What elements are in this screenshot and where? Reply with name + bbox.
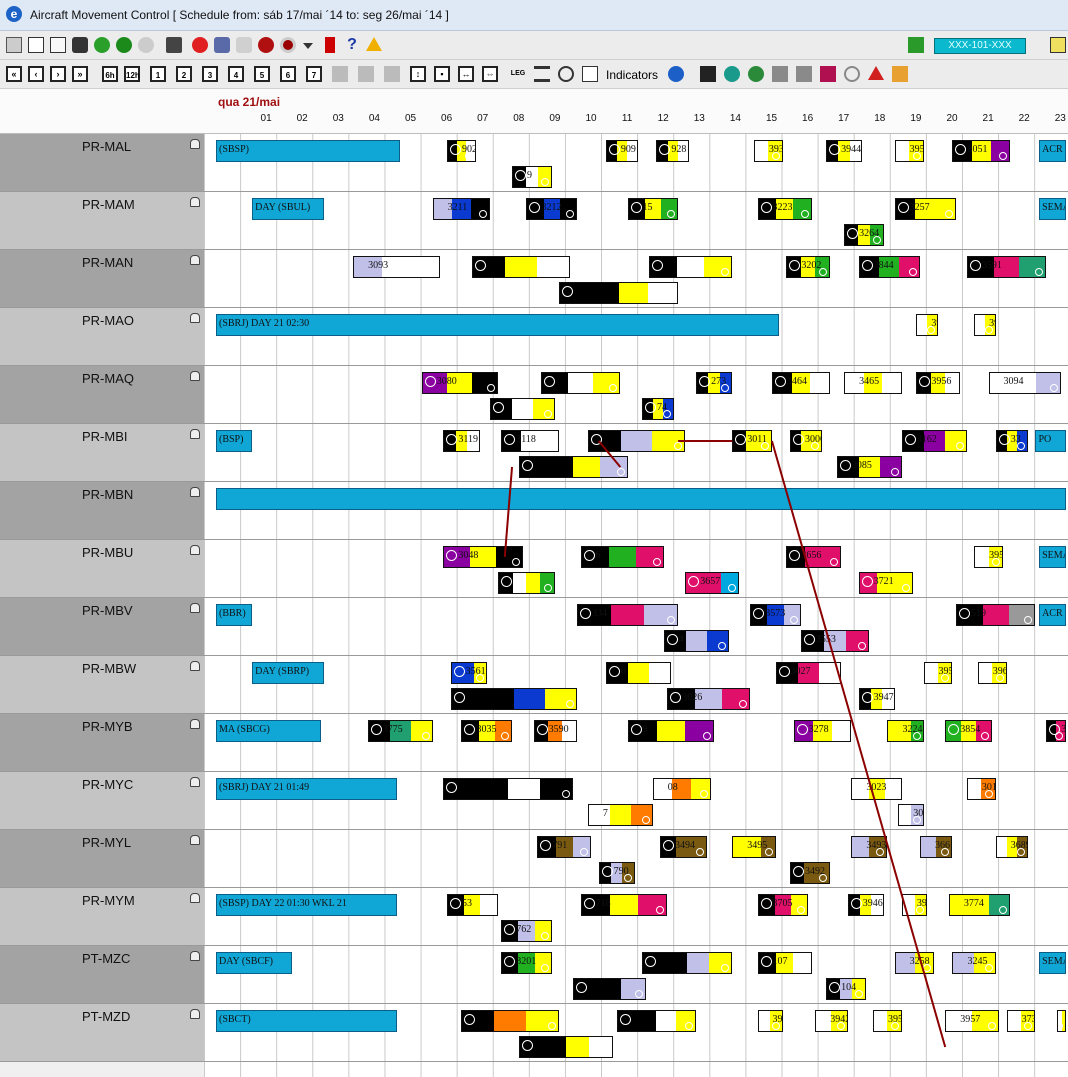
hour-label: 15 [765, 113, 778, 124]
schedule-grid: PR-MAL(SBSP)90290992839339443953051ACR (… [0, 134, 1068, 1077]
timeline-header: qua 21/mai 01 02 03 04 05 06 07 08 09 10 11 12 13 14 1… [0, 89, 1068, 134]
zoom-12h-button[interactable]: 12h [122, 64, 142, 84]
record-icon[interactable] [278, 35, 298, 55]
settings-disabled-icon [136, 35, 156, 55]
navigation-toolbar: « ‹ › » 6h 12h 1 2 3 4 5 6 7 ↕ ▪ ↔ ⇔ LEG… [0, 60, 1068, 89]
hour-label: 18 [874, 113, 886, 124]
message-icon[interactable] [212, 35, 232, 55]
crew-add-icon[interactable] [722, 64, 742, 84]
brush-icon[interactable] [70, 35, 90, 55]
hour-label: 23 [1054, 113, 1066, 124]
hour-label: 05 [404, 113, 417, 124]
hour-label: 11 [621, 113, 633, 124]
hour-label: 08 [513, 113, 525, 124]
extra-tool-icon[interactable] [1048, 35, 1068, 55]
leg-filter-button[interactable]: LEG [508, 64, 528, 84]
hour-label: 02 [296, 113, 308, 124]
print-icon[interactable] [26, 35, 46, 55]
disabled-button-icon [356, 64, 376, 84]
rotation-link-line [597, 440, 622, 468]
hour-label: 17 [838, 113, 850, 124]
disabled-button-icon [330, 64, 350, 84]
split-icon[interactable] [698, 64, 718, 84]
swap-icon[interactable] [164, 35, 184, 55]
expand-vertical-icon[interactable]: ↕ [408, 64, 428, 84]
hour-label: 21 [982, 113, 994, 124]
zoom-7-day-button[interactable]: 7 [304, 64, 324, 84]
hour-label: 12 [657, 113, 669, 124]
crew-group-icon[interactable] [794, 64, 814, 84]
zoom-5-day-button[interactable]: 5 [252, 64, 272, 84]
route-icon [234, 35, 254, 55]
target-icon[interactable] [256, 35, 276, 55]
globe-icon[interactable] [92, 35, 112, 55]
hour-label: 06 [441, 113, 453, 124]
tools-icon[interactable] [4, 35, 24, 55]
registration-filter-box[interactable]: XXX-101-XXX [934, 38, 1026, 54]
help-icon[interactable]: ? [342, 35, 362, 55]
dropdown-arrow-icon[interactable] [298, 35, 318, 55]
hour-label: 01 [260, 113, 272, 124]
warning-icon[interactable] [866, 64, 886, 84]
refresh-icon[interactable] [114, 35, 134, 55]
hour-label: 20 [946, 113, 958, 124]
hour-label: 19 [910, 113, 922, 124]
exit-icon[interactable] [320, 35, 340, 55]
rotation-link-line [770, 440, 947, 1048]
zoom-6h-button[interactable]: 6h [100, 64, 120, 84]
zoom-4-day-button[interactable]: 4 [226, 64, 246, 84]
last-page-icon[interactable]: » [70, 64, 90, 84]
zoom-2-day-button[interactable]: 2 [174, 64, 194, 84]
no-message-icon[interactable] [190, 35, 210, 55]
app-logo-icon: e [6, 6, 22, 22]
zoom-3-day-button[interactable]: 3 [200, 64, 220, 84]
hour-label: 10 [585, 113, 597, 124]
info-icon[interactable] [666, 64, 686, 84]
report-icon[interactable] [818, 64, 838, 84]
previous-icon[interactable]: ‹ [26, 64, 46, 84]
alert-icon[interactable] [364, 35, 384, 55]
expand-horizontal-icon[interactable]: ↔ [456, 64, 476, 84]
disabled-button-icon [382, 64, 402, 84]
document-icon[interactable] [48, 35, 68, 55]
hour-label: 16 [802, 113, 814, 124]
crew-icon[interactable] [770, 64, 790, 84]
export-icon[interactable] [890, 64, 910, 84]
date-label: qua 21/mai [218, 95, 281, 109]
hour-label: 09 [549, 113, 561, 124]
hour-label: 13 [693, 113, 705, 124]
next-icon[interactable]: › [48, 64, 68, 84]
hour-label: 22 [1018, 113, 1030, 124]
timer-icon[interactable] [556, 64, 576, 84]
rotation-link-line [503, 466, 514, 558]
collapse-icon[interactable]: ▪ [432, 64, 452, 84]
fit-horizontal-icon[interactable]: ⇔ [480, 64, 500, 84]
hour-label: 14 [729, 113, 741, 124]
hour-label: 04 [368, 113, 380, 124]
history-icon[interactable] [842, 64, 862, 84]
connection-lines [503, 440, 947, 1048]
title-bar: e Aircraft Movement Control [ Schedule f… [0, 0, 1068, 31]
indicators-button[interactable]: Indicators [606, 68, 658, 82]
window-title: Aircraft Movement Control [ Schedule fro… [30, 8, 449, 22]
hour-label: 03 [332, 113, 344, 124]
main-toolbar: ? XXX-101-XXX [0, 31, 1068, 60]
hourglass-icon[interactable] [532, 64, 552, 84]
crew-swap-icon[interactable] [746, 64, 766, 84]
first-page-icon[interactable]: « [4, 64, 24, 84]
zoom-6-day-button[interactable]: 6 [278, 64, 298, 84]
hour-label: 07 [477, 113, 489, 124]
clear-filter-icon[interactable] [580, 64, 600, 84]
zoom-1-day-button[interactable]: 1 [148, 64, 168, 84]
grid-toggle-icon[interactable] [906, 35, 926, 55]
